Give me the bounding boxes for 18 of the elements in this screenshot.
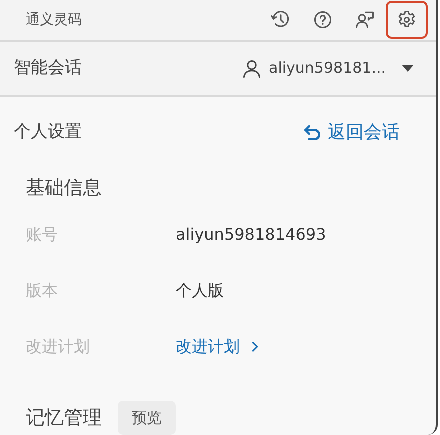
field-value: 个人版: [176, 280, 224, 302]
caret-icon: [402, 65, 414, 72]
back-link[interactable]: 返回会话: [302, 119, 400, 146]
field-label: 版本: [26, 280, 59, 302]
field-value: aliyun5981814693: [176, 224, 326, 246]
section-title: 基础信息: [26, 176, 102, 201]
user-icon: [241, 58, 264, 80]
account-dropdown[interactable]: aliyun598181...: [241, 57, 414, 80]
app-title: 通义灵码: [26, 10, 82, 30]
page-title: 个人设置: [14, 120, 82, 144]
section-title: 记忆管理: [26, 406, 102, 430]
settings-button[interactable]: [386, 1, 428, 40]
preview-tag: 预览: [118, 400, 176, 435]
panel-title: 智能会话: [14, 56, 82, 80]
field-label: 改进计划: [26, 336, 91, 358]
field-label: 账号: [26, 224, 59, 246]
plan-link[interactable]: 改进计划: [176, 334, 262, 358]
help-icon: [312, 9, 334, 32]
